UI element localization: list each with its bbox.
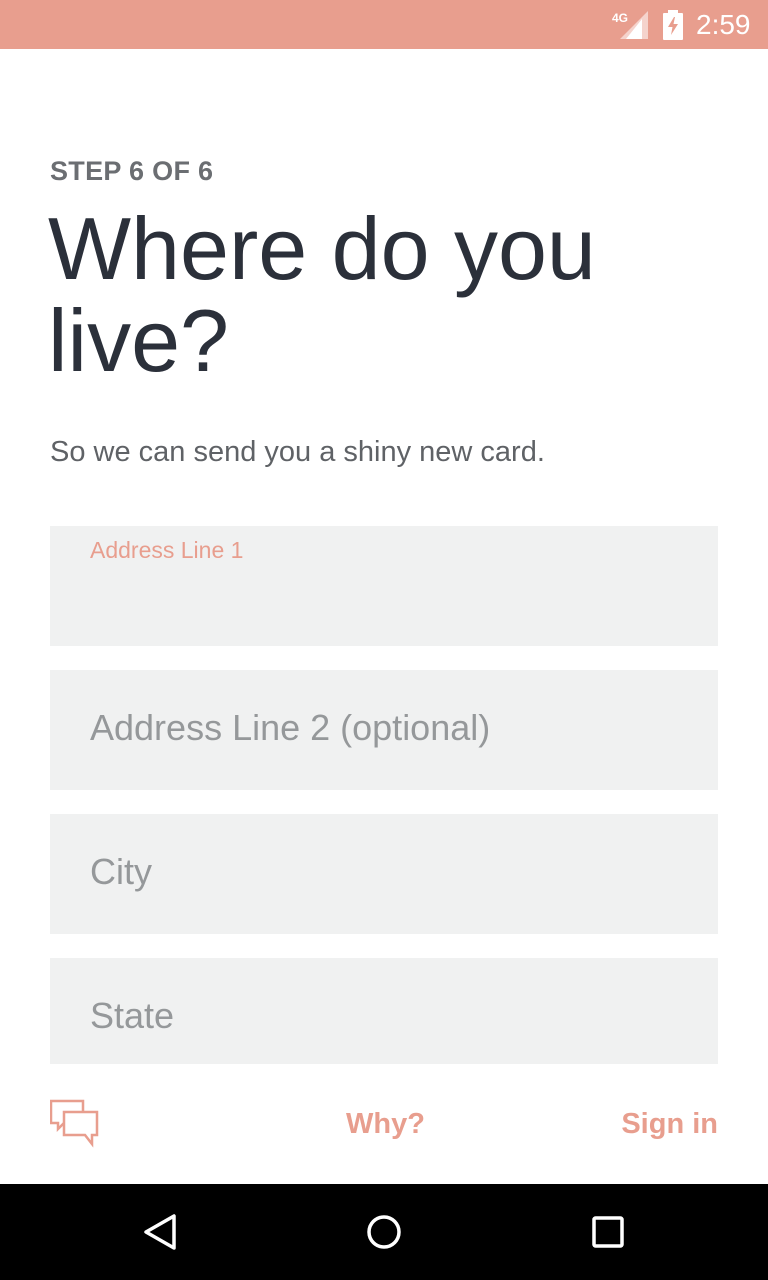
- clock: 2:59: [696, 9, 751, 40]
- chat-icon[interactable]: [50, 1099, 100, 1149]
- city-field[interactable]: City: [50, 814, 718, 934]
- network-type-label: 4G: [612, 11, 629, 25]
- navigation-bar: [0, 1184, 768, 1280]
- address-line-1-input[interactable]: [90, 582, 680, 622]
- address-line-2-placeholder: Address Line 2 (optional): [90, 707, 491, 748]
- recents-icon[interactable]: [584, 1208, 632, 1256]
- state-field[interactable]: State: [50, 958, 718, 1064]
- page-subtitle: So we can send you a shiny new card.: [50, 436, 545, 468]
- home-icon[interactable]: [360, 1208, 408, 1256]
- step-indicator: STEP 6 OF 6: [50, 156, 214, 186]
- state-placeholder: State: [90, 995, 175, 1036]
- address-line-1-field[interactable]: Address Line 1: [50, 526, 718, 646]
- city-placeholder: City: [90, 851, 152, 892]
- address-line-2-field[interactable]: Address Line 2 (optional): [50, 670, 718, 790]
- battery-charging-icon: [663, 10, 683, 40]
- back-icon[interactable]: [136, 1208, 184, 1256]
- why-link[interactable]: Why?: [346, 1106, 425, 1142]
- status-bar: 4G 2:59: [0, 0, 768, 49]
- sign-in-link[interactable]: Sign in: [621, 1106, 718, 1142]
- page-title: Where do you live?: [48, 199, 596, 390]
- address-line-1-label: Address Line 1: [90, 537, 244, 563]
